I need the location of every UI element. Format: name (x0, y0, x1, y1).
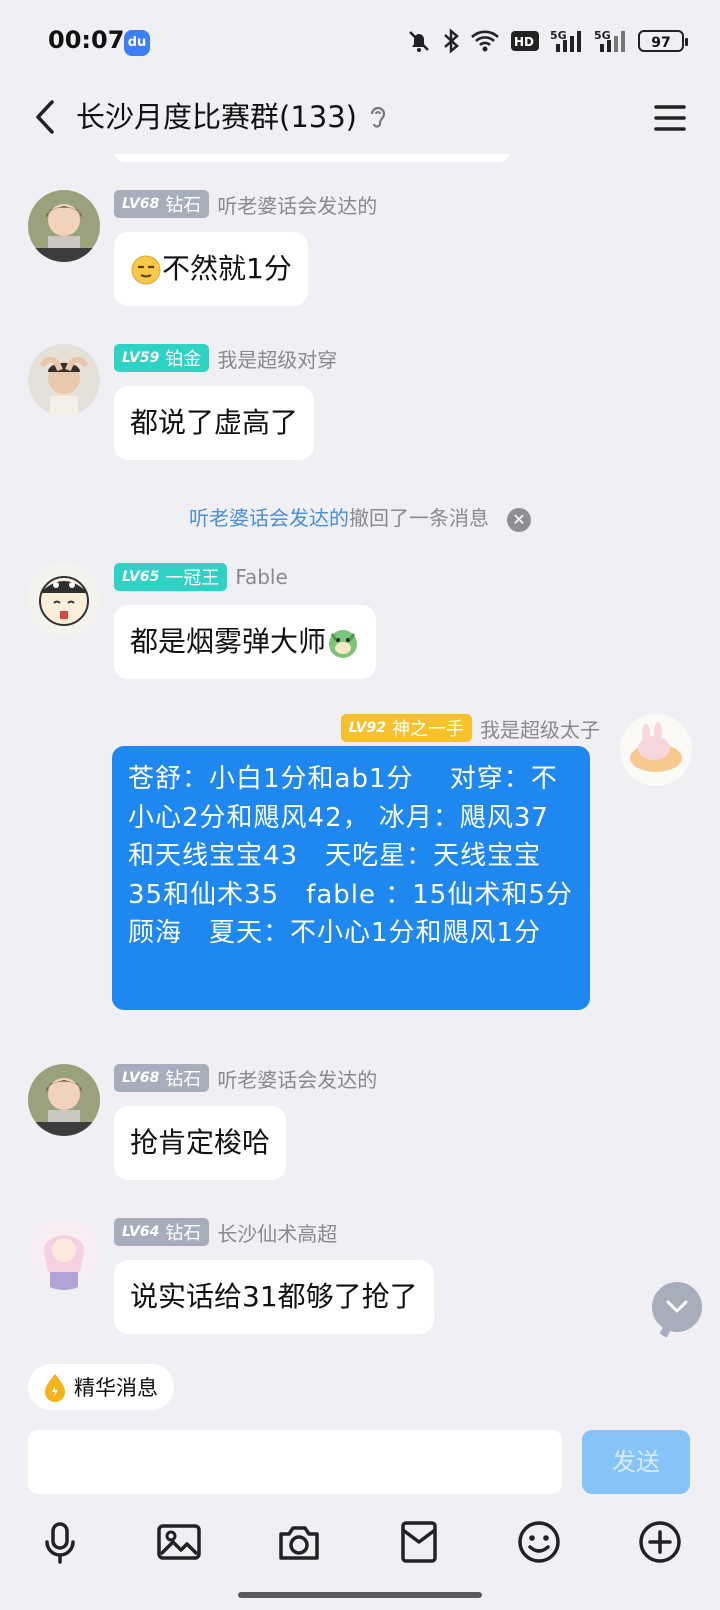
clock: 00:07 (48, 26, 125, 54)
level-badge: LV59 铂金 (114, 344, 210, 372)
emoji-icon[interactable] (515, 1518, 563, 1566)
avatar[interactable] (28, 563, 100, 635)
bluetooth-icon (444, 28, 459, 54)
sender-name[interactable]: 我是超级太子 (480, 714, 600, 743)
group-title[interactable]: 长沙月度比赛群(133) (76, 92, 357, 142)
menu-icon[interactable] (650, 98, 690, 138)
avatar[interactable] (28, 1064, 100, 1136)
sender-name[interactable]: Fable (235, 565, 287, 589)
hd-icon: HD (511, 31, 539, 51)
battery-indicator: 97 (638, 30, 688, 52)
message-bubble[interactable]: 都是烟雾弹大师 (114, 605, 377, 679)
chevron-down-icon (666, 1300, 688, 1313)
avatar[interactable] (28, 344, 100, 416)
camera-icon[interactable] (275, 1518, 323, 1566)
mute-bell-icon (409, 31, 429, 52)
essence-messages-chip[interactable]: 精华消息 (28, 1364, 174, 1410)
plus-icon[interactable] (636, 1518, 684, 1566)
message-bubble-partial (114, 154, 510, 162)
level-badge: LV68 钻石 (114, 190, 210, 218)
message-list[interactable]: LV68 钻石 听老婆话会发达的 不然就1分 LV59 铂金 我是超级对穿 都说了虚… (0, 154, 720, 1354)
message-bubble[interactable]: 说实话给31都够了抢了 (114, 1260, 434, 1334)
level-badge: LV64 钻石 (114, 1218, 210, 1246)
level-badge: LV92 神之一手 (340, 714, 472, 742)
home-indicator[interactable] (238, 1592, 482, 1598)
message-input[interactable] (28, 1430, 562, 1494)
doge-emoji-icon (329, 630, 358, 658)
level-badge: LV65 一冠王 (114, 563, 228, 591)
recall-notice: 听老婆话会发达的撤回了一条消息 ✕ (0, 502, 720, 532)
smirk-emoji-icon (131, 255, 161, 285)
flame-icon (45, 1374, 65, 1402)
sender-name[interactable]: 听老婆话会发达的 (217, 1064, 377, 1093)
avatar[interactable] (28, 190, 100, 262)
message-bubble[interactable]: 不然就1分 (114, 232, 308, 306)
wifi-icon (471, 30, 499, 52)
chat-header: 长沙月度比赛群(133) (0, 86, 720, 154)
message-bubble[interactable]: 抢肯定梭哈 (114, 1106, 287, 1180)
input-toolbar (0, 1518, 720, 1566)
back-arrow-icon[interactable] (22, 92, 72, 142)
send-button[interactable]: 发送 (582, 1430, 690, 1494)
sender-name[interactable]: 听老婆话会发达的 (217, 190, 377, 219)
status-bar: 00:07 du HD 5G 5G 97 (0, 0, 720, 86)
red-packet-icon[interactable] (395, 1518, 443, 1566)
ear-icon[interactable] (368, 104, 388, 130)
message-bubble-self[interactable]: 苍舒：小白1分和ab1分 对穿：不小心2分和飓风42， 冰月：飓风37和天线宝宝… (112, 746, 590, 1010)
level-badge: LV68 钻石 (114, 1064, 210, 1092)
message-bubble[interactable]: 都说了虚高了 (114, 386, 315, 460)
recall-sender[interactable]: 听老婆话会发达的 (189, 506, 349, 530)
svg-text:HD: HD (514, 35, 534, 49)
close-icon[interactable]: ✕ (507, 507, 531, 532)
scroll-to-bottom-button[interactable] (652, 1282, 702, 1332)
sender-name[interactable]: 长沙仙术高超 (217, 1218, 337, 1247)
sender-name[interactable]: 我是超级对穿 (217, 344, 337, 373)
signal-5g-icon: 5G (550, 29, 581, 52)
avatar[interactable] (620, 714, 692, 786)
signal-5g-icon-2: 5G (594, 29, 625, 52)
microphone-icon[interactable] (36, 1518, 84, 1566)
image-icon[interactable] (155, 1518, 203, 1566)
avatar[interactable] (28, 1218, 100, 1290)
baidu-notification-icon: du (124, 30, 150, 56)
